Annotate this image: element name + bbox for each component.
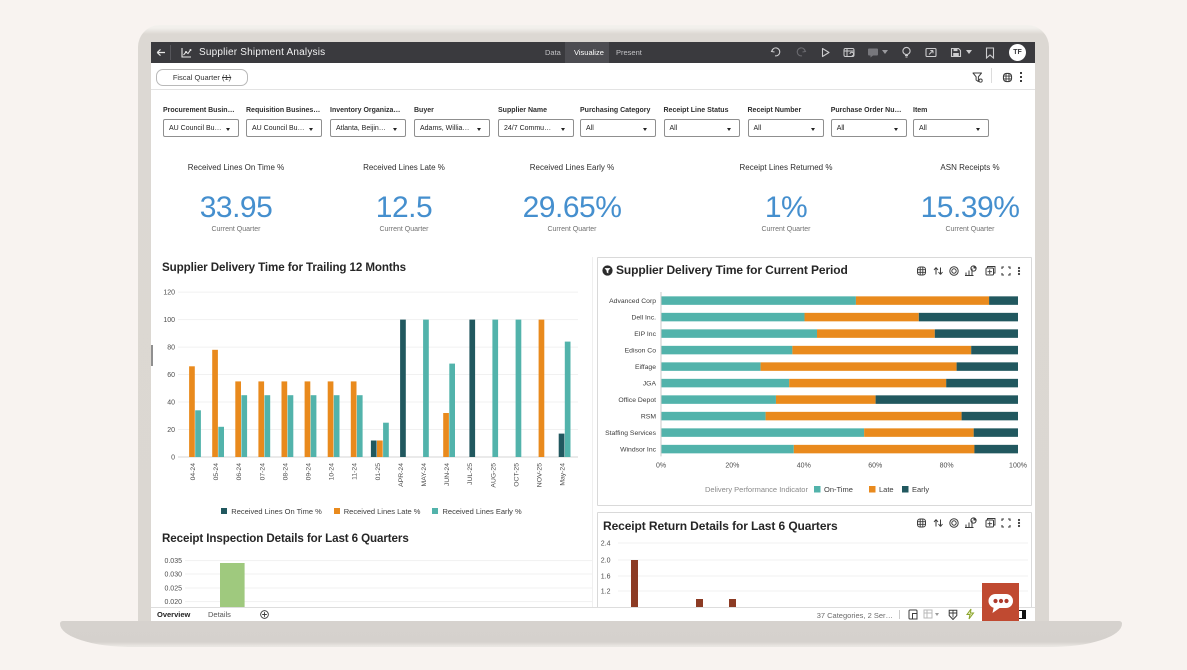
svg-text:2.4: 2.4 — [601, 541, 611, 548]
svg-text:2.0: 2.0 — [601, 558, 611, 565]
svg-text:06-24: 06-24 — [236, 463, 243, 481]
svg-text:09-24: 09-24 — [306, 463, 313, 481]
svg-text:JUN-24: JUN-24 — [444, 463, 451, 486]
svg-text:11-24: 11-24 — [352, 463, 359, 480]
svg-text:1.6: 1.6 — [601, 574, 611, 581]
svg-text:AUG-25: AUG-25 — [490, 463, 497, 488]
svg-text:40: 40 — [167, 400, 175, 407]
svg-text:Eiffage: Eiffage — [635, 364, 656, 371]
svg-text:0.020: 0.020 — [164, 599, 182, 606]
svg-text:0.025: 0.025 — [164, 586, 182, 593]
svg-text:20%: 20% — [725, 462, 739, 469]
svg-text:Staffing Services: Staffing Services — [605, 430, 656, 437]
svg-text:Advanced Corp: Advanced Corp — [609, 298, 656, 305]
svg-text:Dell Inc.: Dell Inc. — [631, 315, 656, 322]
svg-text:04-24: 04-24 — [190, 463, 197, 481]
svg-text:EIP Inc: EIP Inc — [634, 331, 656, 338]
svg-text:Delivery Performance Indicator: Delivery Performance Indicator — [705, 485, 808, 494]
svg-text:On-Time: On-Time — [824, 485, 853, 494]
svg-text:Windsor Inc: Windsor Inc — [620, 447, 656, 454]
svg-text:60: 60 — [167, 372, 175, 379]
svg-text:80: 80 — [167, 345, 175, 352]
svg-text:OCT-25: OCT-25 — [513, 463, 520, 487]
svg-text:01-25: 01-25 — [375, 463, 382, 481]
svg-text:100%: 100% — [1009, 462, 1027, 469]
svg-text:1.2: 1.2 — [601, 589, 611, 596]
svg-text:0: 0 — [171, 455, 175, 462]
svg-text:08-24: 08-24 — [282, 463, 289, 481]
svg-text:60%: 60% — [868, 462, 882, 469]
svg-text:07-24: 07-24 — [259, 463, 266, 481]
svg-text:05-24: 05-24 — [213, 463, 220, 481]
svg-text:Late: Late — [879, 485, 894, 494]
svg-text:0.035: 0.035 — [164, 558, 182, 565]
svg-text:RSM: RSM — [641, 414, 656, 421]
svg-text:Office Depot: Office Depot — [618, 397, 656, 404]
svg-text:Early: Early — [912, 485, 929, 494]
svg-text:May-24: May-24 — [560, 463, 567, 486]
svg-text:80%: 80% — [940, 462, 954, 469]
svg-text:NOV-25: NOV-25 — [537, 463, 544, 487]
svg-text:MAY-24: MAY-24 — [421, 463, 428, 487]
svg-text:0%: 0% — [656, 462, 666, 469]
svg-text:100: 100 — [163, 317, 175, 324]
svg-text:40%: 40% — [797, 462, 811, 469]
svg-text:120: 120 — [163, 290, 175, 297]
svg-text:10-24: 10-24 — [329, 463, 336, 481]
svg-text:Edison Co: Edison Co — [625, 348, 657, 355]
svg-text:APR-24: APR-24 — [398, 463, 405, 487]
svg-text:JGA: JGA — [643, 381, 657, 388]
svg-text:0.030: 0.030 — [164, 572, 182, 579]
svg-text:JUL-25: JUL-25 — [467, 463, 474, 485]
svg-text:20: 20 — [167, 427, 175, 434]
